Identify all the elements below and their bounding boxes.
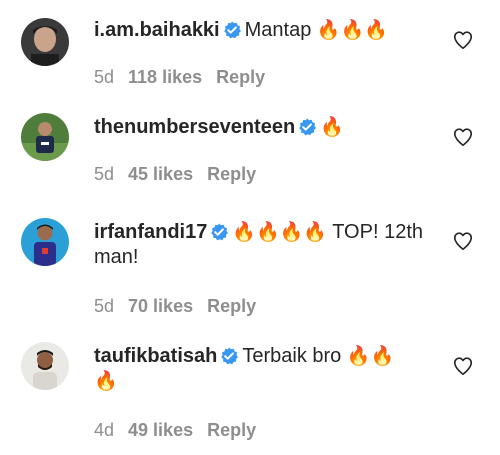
comment-username[interactable]: i.am.baihakki [94,19,220,41]
like-heart-icon[interactable] [452,126,474,148]
comment-meta: 5d 45 likes Reply [94,164,270,185]
comment-text: i.am.baihakki Mantap 🔥🔥🔥 [94,18,424,43]
profile-photo-icon [21,18,69,66]
comment-meta: 5d 118 likes Reply [94,67,279,88]
comment-likes[interactable]: 49 likes [128,420,193,440]
verified-badge-icon [299,118,317,136]
comment-meta: 5d 70 likes Reply [94,296,270,317]
avatar[interactable] [21,218,69,266]
like-heart-icon[interactable] [452,29,474,51]
comment-body: Terbaik bro [242,345,342,367]
like-heart-icon[interactable] [452,230,474,252]
profile-photo-icon [21,113,69,161]
reply-button[interactable]: Reply [207,164,256,184]
avatar[interactable] [21,342,69,390]
like-heart-icon[interactable] [452,355,474,377]
fire-emoji: 🔥 [94,370,118,392]
profile-photo-icon [21,342,69,390]
comment-text: thenumberseventeen 🔥 [94,115,424,140]
comment-likes[interactable]: 70 likes [128,296,193,316]
comment-age: 4d [94,420,115,440]
verified-badge-icon [223,21,241,39]
fire-emoji: 🔥 [320,116,344,138]
comment-age: 5d [94,67,115,87]
comment-username[interactable]: taufikbatisah [94,345,217,367]
comment-likes[interactable]: 118 likes [128,67,202,87]
verified-badge-icon [221,347,239,365]
reply-button[interactable]: Reply [207,420,256,440]
comment-username[interactable]: irfanfandi17 [94,221,207,243]
fire-emoji: 🔥🔥🔥 [316,19,388,41]
comment-username[interactable]: thenumberseventeen [94,116,295,138]
comment-body: Mantap [244,19,312,41]
comment-text: irfanfandi17 🔥🔥🔥🔥 TOP! 12th man! [94,220,424,270]
profile-photo-icon [21,218,69,266]
fire-emoji: 🔥🔥🔥🔥 [232,221,327,243]
avatar[interactable] [21,113,69,161]
reply-button[interactable]: Reply [207,296,256,316]
verified-badge-icon [211,223,229,241]
comment-age: 5d [94,164,115,184]
comment-age: 5d [94,296,115,316]
comment-meta: 4d 49 likes Reply [94,420,270,441]
avatar[interactable] [21,18,69,66]
fire-emoji: 🔥🔥 [346,345,395,367]
reply-button[interactable]: Reply [216,67,265,87]
comment-likes[interactable]: 45 likes [128,164,193,184]
comment-text: taufikbatisah Terbaik bro 🔥🔥 🔥 [94,344,424,394]
comments-list: i.am.baihakki Mantap 🔥🔥🔥 5d 118 likes Reply… [0,0,500,455]
